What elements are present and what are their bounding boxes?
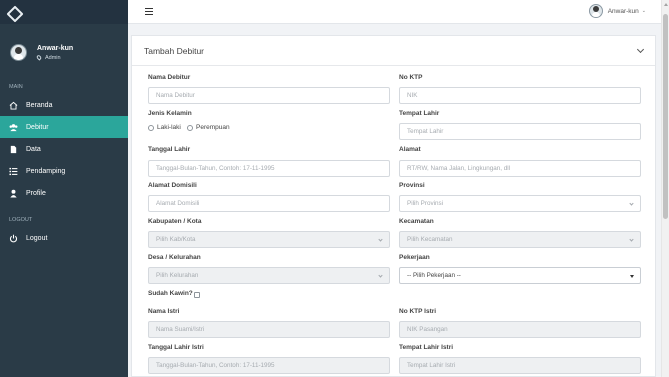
label-provinsi: Provinsi [399, 182, 425, 189]
home-icon [9, 101, 18, 110]
page-scrollbar[interactable] [661, 0, 669, 377]
kecamatan-value: Pilih Kecamatan [407, 236, 453, 243]
label-kecamatan: Kecamatan [399, 218, 434, 225]
label-tanggal-lahir: Tanggal Lahir [148, 146, 191, 153]
sidebar-item-logout[interactable]: Logout [0, 227, 128, 249]
sidebar: Anwar-kun Admin MAIN Beranda Debitur Dat… [0, 0, 128, 377]
sidebar-item-label: Data [26, 145, 41, 153]
sidebar-item-profile[interactable]: Profile [0, 182, 128, 204]
tempat-lahir-input[interactable]: Tempat Lahir [399, 123, 641, 140]
radio-laki-laki[interactable]: Laki-laki [148, 124, 181, 131]
no-ktp-input[interactable]: NIK [399, 87, 641, 104]
sidebar-user: Anwar-kun Admin [0, 24, 128, 72]
sidebar-item-label: Profile [26, 189, 46, 197]
avatar[interactable] [10, 44, 27, 61]
file-icon [9, 145, 18, 154]
sidebar-item-label: Logout [26, 234, 48, 242]
users-icon [9, 123, 18, 132]
menu-toggle-icon[interactable] [145, 8, 153, 15]
topbar-user-name: Anwar-kun [607, 7, 639, 15]
sidebar-item-label: Beranda [26, 101, 53, 109]
radio-button[interactable] [187, 124, 193, 131]
radio-label: Perempuan [196, 124, 230, 131]
label-tempat-lahir: Tempat Lahir [399, 110, 440, 117]
label-nama-istri: Nama Istri [148, 308, 180, 315]
chevron-down-icon [629, 201, 634, 206]
topbar-avatar [588, 4, 603, 18]
label-no-ktp-istri: No KTP Istri [399, 308, 437, 315]
logo-bar [0, 0, 128, 24]
label-jenis-kelamin: Jenis Kelamin [148, 110, 192, 117]
sidebar-user-name: Anwar-kun [37, 44, 74, 52]
kecamatan-select[interactable]: Pilih Kecamatan [399, 231, 641, 248]
sidebar-item-label: Pendamping [26, 167, 66, 175]
collapse-chevron-icon[interactable] [636, 45, 645, 54]
logo-icon[interactable] [9, 7, 21, 17]
kabupaten-value: Pilih Kab/Kota [156, 236, 196, 243]
list-icon [9, 167, 18, 176]
section-label-main: MAIN [9, 84, 23, 90]
label-tempat-lahir-istri: Tempat Lahir Istri [399, 344, 454, 351]
chevron-down-icon: ⌄ [641, 8, 646, 14]
label-nama-debitur: Nama Debitur [148, 74, 191, 81]
scroll-up-icon[interactable] [664, 3, 668, 6]
sidebar-item-data[interactable]: Data [0, 138, 128, 160]
tanggal-lahir-istri-input[interactable]: Tanggal-Bulan-Tahun, Contoh: 17-11-1995 [148, 357, 390, 374]
kabupaten-select[interactable]: Pilih Kab/Kota [148, 231, 390, 248]
chevron-down-icon [378, 237, 383, 242]
card-header: Tambah Debitur [132, 36, 655, 66]
provinsi-select[interactable]: Pilih Provinsi [399, 195, 641, 212]
sidebar-item-beranda[interactable]: Beranda [0, 94, 128, 116]
desa-value: Pilih Kelurahan [156, 272, 199, 279]
sidebar-item-label: Debitur [26, 123, 49, 131]
radio-button[interactable] [148, 124, 154, 131]
radio-perempuan[interactable]: Perempuan [187, 124, 230, 131]
alamat-domisili-input[interactable]: Alamat Domisili [148, 195, 390, 212]
label-desa: Desa / Kelurahan [148, 254, 201, 261]
sidebar-item-pendamping[interactable]: Pendamping [0, 160, 128, 182]
label-alamat: Alamat [399, 146, 421, 153]
section-label-logout: LOGOUT [9, 217, 33, 223]
label-no-ktp: No KTP [399, 74, 423, 81]
chevron-down-icon [378, 273, 383, 278]
radio-label: Laki-laki [157, 124, 181, 131]
sidebar-user-role: Admin [35, 54, 73, 61]
topbar: Anwar-kun ⌄ [128, 0, 661, 24]
nama-debitur-input[interactable]: Nama Debitur [148, 87, 390, 104]
topbar-user-menu[interactable]: Anwar-kun ⌄ [588, 4, 646, 18]
provinsi-value: Pilih Provinsi [407, 200, 444, 207]
power-icon [9, 234, 18, 243]
no-ktp-istri-input[interactable]: NIK Pasangan [399, 321, 641, 338]
pekerjaan-select[interactable]: -- Pilih Pekerjaan -- [399, 267, 641, 284]
pekerjaan-value: -- Pilih Pekerjaan -- [407, 272, 461, 279]
user-role-text: Admin [45, 54, 61, 61]
nama-istri-input[interactable]: Nama Suami/Istri [148, 321, 390, 338]
form-card: Tambah Debitur Nama Debitur Nama Debitur… [131, 35, 656, 377]
location-pin-icon [35, 54, 43, 61]
label-sudah-kawin: Sudah Kawin? [148, 290, 193, 297]
caret-down-icon [630, 275, 634, 278]
scroll-thumb[interactable] [663, 14, 668, 219]
label-tanggal-lahir-istri: Tanggal Lahir Istri [148, 344, 204, 351]
label-kabupaten: Kabupaten / Kota [148, 218, 202, 225]
chevron-down-icon [629, 237, 634, 242]
user-icon [9, 189, 18, 198]
sidebar-item-debitur[interactable]: Debitur [0, 116, 128, 138]
sudah-kawin-checkbox[interactable] [194, 292, 200, 298]
label-pekerjaan: Pekerjaan [399, 254, 430, 261]
desa-select[interactable]: Pilih Kelurahan [148, 267, 390, 284]
tanggal-lahir-input[interactable]: Tanggal-Bulan-Tahun, Contoh: 17-11-1995 [148, 160, 390, 177]
tempat-lahir-istri-input[interactable]: Tempat Lahir Istri [399, 357, 641, 374]
alamat-input[interactable]: RT/RW, Nama Jalan, Lingkungan, dll [399, 160, 641, 177]
label-alamat-domisili: Alamat Domisili [148, 182, 197, 189]
page-title: Tambah Debitur [144, 45, 205, 56]
